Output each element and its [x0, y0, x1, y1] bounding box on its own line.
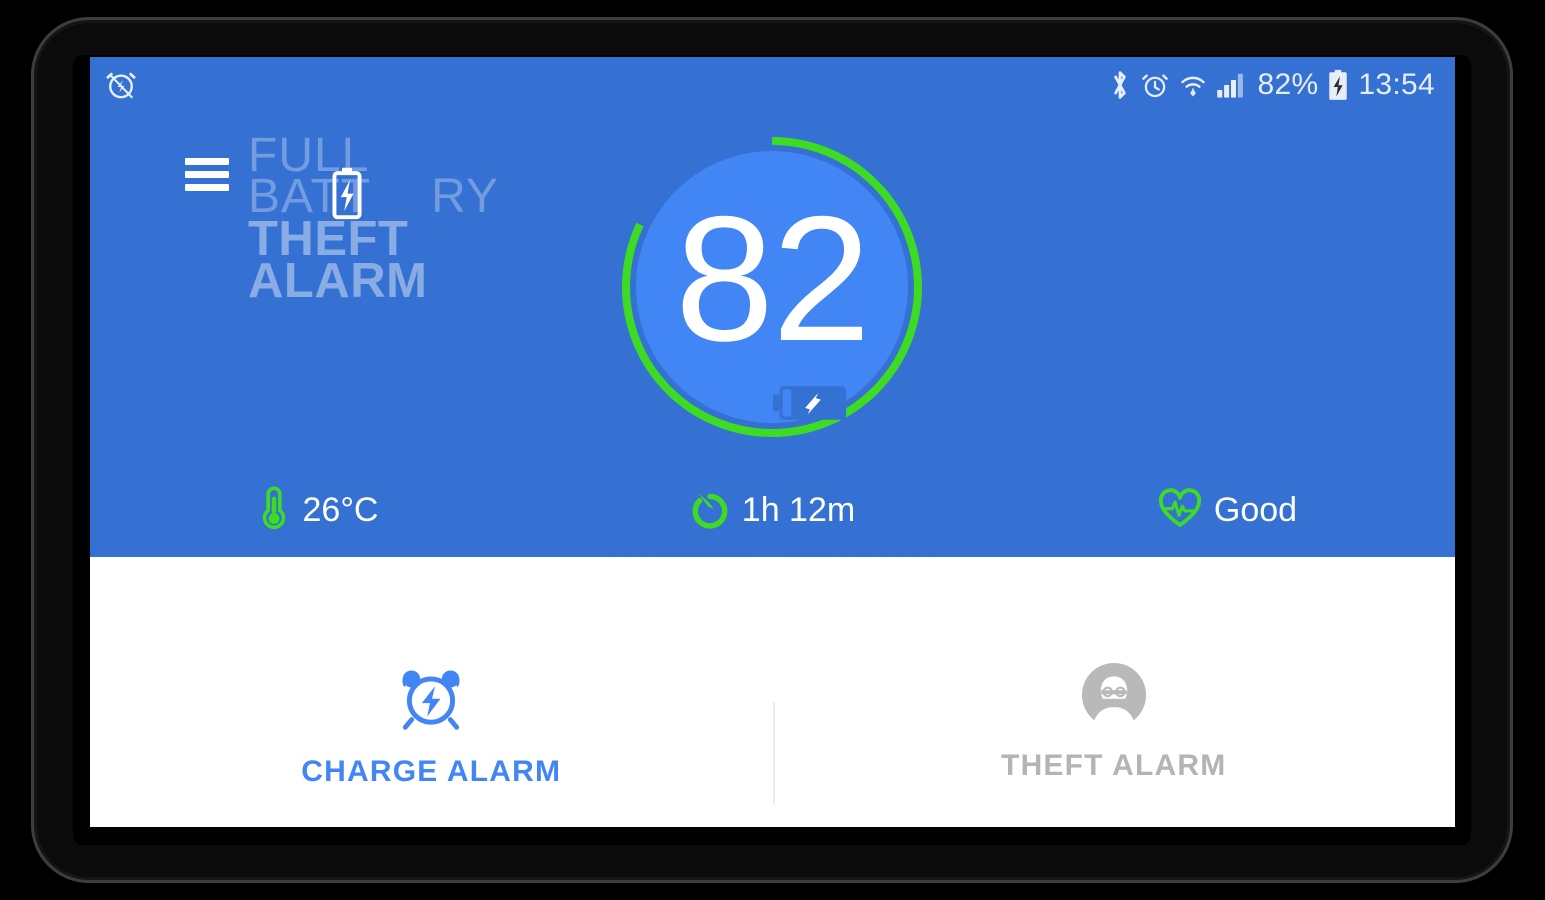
status-bar-left [104, 68, 138, 102]
stat-temperature-label: 26°C [302, 491, 379, 529]
stat-health-label: Good [1213, 491, 1298, 529]
hamburger-menu-icon[interactable] [185, 158, 229, 191]
bluetooth-icon [1109, 69, 1131, 101]
logo-line-alarm: ALARM [248, 253, 428, 308]
app-logo: FULL BATT RY THEFT ALARM [248, 131, 548, 308]
stopwatch-icon [690, 487, 730, 534]
theft-alarm-label: THEFT ALARM [1001, 749, 1227, 782]
hamburger-bar [185, 184, 229, 191]
screenshot-root: 82% 13:54 FULL BATT RY THEFT ALARM 82 26… [0, 0, 1545, 900]
theft-alarm-button[interactable]: THEFT ALARM [773, 577, 1456, 783]
charge-alarm-label: CHARGE ALARM [301, 755, 562, 788]
wifi-icon [1179, 71, 1207, 99]
device-screen: 82% 13:54 FULL BATT RY THEFT ALARM 82 26… [90, 57, 1455, 827]
status-bar-right: 82% 13:54 [1109, 68, 1435, 102]
alarm-clock-bolt-icon [395, 662, 467, 739]
thief-avatar-icon [1081, 662, 1147, 733]
stat-health: Good [1000, 485, 1455, 536]
alarm-clock-icon [104, 68, 138, 102]
signal-icon [1216, 71, 1246, 99]
status-time: 13:54 [1358, 67, 1435, 101]
hamburger-bar [185, 158, 229, 165]
thermometer-icon [257, 485, 291, 536]
stat-time-remaining: 1h 12m [545, 485, 1000, 536]
battery-charging-icon [332, 166, 362, 225]
action-divider [773, 702, 775, 805]
heart-pulse-icon [1158, 487, 1202, 534]
action-bar: CHARGE ALARM THEFT ALARM [90, 577, 1455, 827]
status-battery-percent: 82% [1257, 67, 1319, 101]
logo-line-battery: BATT RY [248, 167, 548, 224]
status-bar: 82% 13:54 [90, 57, 1455, 112]
stats-row: 26°C 1h 12m Good [90, 485, 1455, 536]
stat-time-remaining-label: 1h 12m [741, 491, 856, 529]
alarm-clock-icon [1140, 70, 1170, 100]
charge-alarm-button[interactable]: CHARGE ALARM [90, 577, 773, 789]
logo-battery-suffix: RY [431, 170, 499, 224]
hamburger-bar [185, 171, 229, 178]
battery-charging-icon [1327, 69, 1349, 101]
stat-temperature: 26°C [90, 485, 545, 536]
battery-gauge: 82 [617, 132, 927, 442]
